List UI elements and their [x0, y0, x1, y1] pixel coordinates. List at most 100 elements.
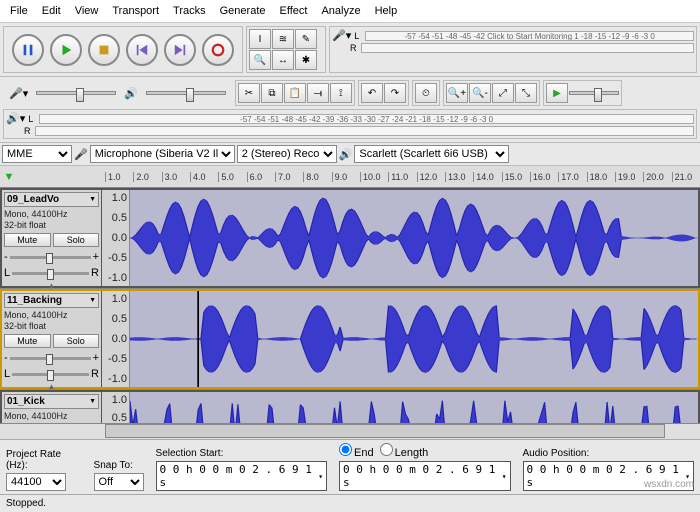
project-rate-label: Project Rate (Hz): [6, 449, 82, 471]
ruler-tick: 6.0 [247, 172, 275, 182]
zoom-tool-icon[interactable]: 🔍 [249, 50, 271, 70]
track-name-dropdown[interactable]: 11_Backing [4, 293, 99, 308]
menu-tracks[interactable]: Tracks [167, 3, 212, 19]
sync-lock-icon[interactable]: ⏲ [415, 83, 437, 103]
sync-tools: ⏲ [412, 80, 440, 106]
menu-edit[interactable]: Edit [36, 3, 67, 19]
zoom-in-icon[interactable]: 🔍+ [446, 83, 468, 103]
vertical-ruler: 1.00.50.0-0.5-1.0 [102, 392, 130, 423]
track-name-dropdown[interactable]: 09_LeadVo [4, 192, 99, 207]
recording-device-select[interactable]: Microphone (Siberia V2 Illu [90, 145, 235, 163]
skip-end-button[interactable] [164, 34, 196, 66]
menu-generate[interactable]: Generate [214, 3, 272, 19]
end-radio[interactable]: End [339, 443, 374, 459]
selection-toolbar: Project Rate (Hz): 44100 Snap To: Off Se… [0, 439, 700, 494]
recording-channels-select[interactable]: 2 (Stereo) Recor [237, 145, 337, 163]
pan-slider[interactable]: LR [4, 267, 99, 279]
cut-icon[interactable]: ✂ [238, 83, 260, 103]
selection-tool-icon[interactable]: I [249, 29, 271, 49]
ruler-tick: 9.0 [332, 172, 360, 182]
envelope-tool-icon[interactable]: ≋ [272, 29, 294, 49]
ruler-tick: 19.0 [615, 172, 643, 182]
paste-icon[interactable]: 📋 [284, 83, 306, 103]
copy-icon[interactable]: ⧉ [261, 83, 283, 103]
ruler-tick: 17.0 [558, 172, 586, 182]
scrollbar-thumb[interactable] [105, 424, 665, 438]
length-radio[interactable]: Length [380, 443, 429, 459]
undo-icon[interactable]: ↶ [361, 83, 383, 103]
mic-volume-icon: 🎤▾ [9, 87, 28, 100]
collapse-icon[interactable]: ▲ [4, 382, 99, 391]
ruler-tick: 14.0 [473, 172, 501, 182]
speaker-volume-icon: 🔊 [124, 87, 138, 100]
solo-button[interactable]: Solo [53, 233, 100, 247]
audio-host-select[interactable]: MME [2, 145, 72, 163]
timeline-ruler[interactable]: ▼ 1.02.03.04.05.06.07.08.09.010.011.012.… [0, 166, 700, 188]
solo-button[interactable]: Solo [53, 334, 100, 348]
play-at-speed: ▶ [543, 80, 622, 106]
playback-meter[interactable]: 🔊▾L-57 -54 -51 -48 -45 -42 -39 -36 -33 -… [3, 109, 697, 139]
ruler-tick: 13.0 [445, 172, 473, 182]
mic-icon: 🎤▾ [332, 29, 351, 42]
ruler-tick: 11.0 [388, 172, 416, 182]
record-button[interactable] [202, 34, 234, 66]
gain-slider[interactable]: -+ [4, 251, 99, 263]
fit-project-icon[interactable]: ⤡ [515, 83, 537, 103]
track-name-dropdown[interactable]: 01_Kick [4, 394, 99, 409]
project-rate-select[interactable]: 44100 [6, 473, 66, 491]
recording-volume-slider[interactable] [36, 91, 116, 95]
track-format-info: Mono, 44100Hz32-bit float [4, 411, 99, 423]
waveform-display[interactable] [130, 291, 698, 387]
mute-button[interactable]: Mute [4, 233, 51, 247]
waveform-display[interactable] [130, 392, 698, 423]
zoom-out-icon[interactable]: 🔍- [469, 83, 491, 103]
ruler-tick: 21.0 [672, 172, 700, 182]
play-speed-icon[interactable]: ▶ [546, 83, 568, 103]
selection-end-field[interactable]: 0 0 h 0 0 m 0 2 . 6 9 1 s [339, 461, 510, 491]
playback-volume-slider[interactable] [146, 91, 226, 95]
snap-to-select[interactable]: Off [94, 473, 144, 491]
watermark: wsxdn.com [644, 479, 694, 490]
draw-tool-icon[interactable]: ✎ [295, 29, 317, 49]
mute-button[interactable]: Mute [4, 334, 51, 348]
multi-tool-icon[interactable]: ✱ [295, 50, 317, 70]
play-speed-slider[interactable] [569, 91, 619, 95]
trim-icon[interactable]: ⟞ [307, 83, 329, 103]
skip-start-button[interactable] [126, 34, 158, 66]
stop-button[interactable] [88, 34, 120, 66]
collapse-icon[interactable]: ▲ [4, 281, 99, 290]
rec-meter-bar-r[interactable] [361, 43, 694, 53]
recording-meter[interactable]: 🎤▾L-57 -54 -51 -48 -45 -42 Click to Star… [329, 26, 697, 73]
waveform-display[interactable] [130, 190, 698, 286]
track-control-panel: 09_LeadVo Mono, 44100Hz32-bit float Mute… [2, 190, 102, 286]
menu-analyze[interactable]: Analyze [315, 3, 366, 19]
playback-device-select[interactable]: Scarlett (Scarlett 6i6 USB) [354, 145, 509, 163]
redo-icon[interactable]: ↷ [384, 83, 406, 103]
ruler-tick: 10.0 [360, 172, 388, 182]
pin-icon[interactable]: ▼ [0, 171, 18, 183]
pause-button[interactable] [12, 34, 44, 66]
selection-start-field[interactable]: 0 0 h 0 0 m 0 2 . 6 9 1 s [156, 461, 327, 491]
meter-r-label: R [350, 43, 358, 53]
menu-transport[interactable]: Transport [106, 3, 165, 19]
ruler-tick: 8.0 [303, 172, 331, 182]
menu-file[interactable]: File [4, 3, 34, 19]
edit-tools: ✂ ⧉ 📋 ⟞ ⟟ [235, 80, 355, 106]
pan-slider[interactable]: LR [4, 368, 99, 380]
horizontal-scrollbar[interactable] [0, 423, 700, 439]
menu-help[interactable]: Help [369, 3, 404, 19]
menu-view[interactable]: View [69, 3, 105, 19]
ruler-tick: 3.0 [162, 172, 190, 182]
toolbar-row-1: I ≋ ✎ 🔍 ↔ ✱ 🎤▾L-57 -54 -51 -48 -45 -42 C… [0, 23, 700, 77]
fit-selection-icon[interactable]: ⤢ [492, 83, 514, 103]
ruler-tick: 20.0 [643, 172, 671, 182]
gain-slider[interactable]: -+ [4, 352, 99, 364]
play-meter-bar-r[interactable] [35, 126, 694, 136]
play-button[interactable] [50, 34, 82, 66]
rec-meter-bar[interactable]: -57 -54 -51 -48 -45 -42 Click to Start M… [365, 31, 694, 41]
play-meter-bar[interactable]: -57 -54 -51 -48 -45 -42 -39 -36 -33 -30 … [39, 114, 694, 124]
timeshift-tool-icon[interactable]: ↔ [272, 50, 294, 70]
track: 09_LeadVo Mono, 44100Hz32-bit float Mute… [0, 188, 700, 288]
silence-icon[interactable]: ⟟ [330, 83, 352, 103]
menu-effect[interactable]: Effect [274, 3, 314, 19]
